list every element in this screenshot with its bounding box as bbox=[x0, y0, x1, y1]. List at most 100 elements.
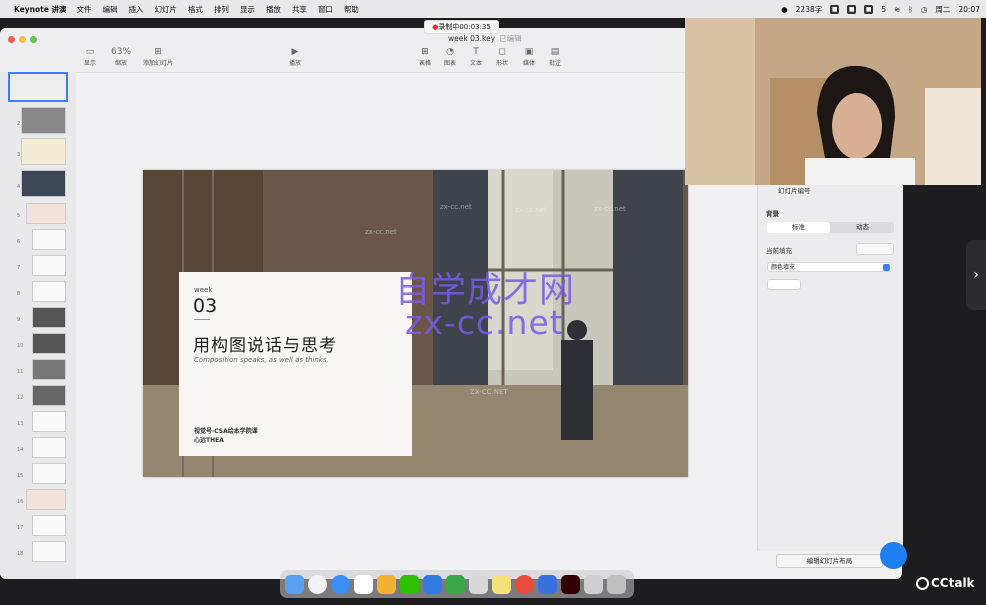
comment-button[interactable]: ▤ 批注 bbox=[549, 46, 561, 67]
week-number: 03 bbox=[193, 295, 218, 317]
slide-thumbnail[interactable] bbox=[26, 203, 66, 224]
text-icon: T bbox=[473, 47, 479, 57]
slide-number-label: 幻灯片编号 bbox=[778, 187, 811, 195]
text-button[interactable]: T 文本 bbox=[470, 46, 482, 67]
chevron-down-icon bbox=[883, 264, 890, 271]
slide-thumbnail[interactable] bbox=[32, 541, 66, 562]
play-button[interactable]: ▶ 播放 bbox=[289, 46, 301, 67]
tab-standard[interactable]: 标准 bbox=[767, 222, 830, 233]
scissors-icon[interactable] bbox=[469, 574, 488, 594]
add-slide-button[interactable]: ⊞ 添加幻灯片 bbox=[143, 46, 173, 67]
recording-indicator[interactable]: ●录制中00:03:35 bbox=[424, 20, 499, 34]
title-text-box[interactable]: week 03 用构图说话与思考 Composition speaks, as … bbox=[179, 272, 412, 456]
menu-help[interactable]: 帮助 bbox=[344, 4, 359, 15]
trash-icon[interactable] bbox=[607, 574, 626, 594]
safari-icon[interactable] bbox=[331, 574, 350, 594]
finder-icon[interactable] bbox=[285, 574, 304, 594]
table-icon: ⊞ bbox=[421, 47, 429, 57]
slide-thumbnail[interactable] bbox=[32, 359, 66, 380]
watermark: zx-cc.net bbox=[594, 205, 626, 213]
comment-icon: ▤ bbox=[550, 47, 560, 57]
display-button[interactable]: ▭ 显示 bbox=[84, 46, 96, 67]
play-icon: ▶ bbox=[291, 47, 299, 57]
tab-dynamic[interactable]: 动态 bbox=[831, 222, 894, 233]
slide-thumbnail[interactable] bbox=[32, 307, 66, 328]
preview-icon[interactable] bbox=[423, 574, 442, 594]
menu-bar: Keynote 讲演 文件 编辑 插入 幻灯片 格式 排列 显示 播放 共享 窗… bbox=[0, 0, 986, 18]
slide-number: 15 bbox=[17, 473, 24, 479]
app-menu[interactable]: Keynote 讲演 bbox=[14, 4, 66, 15]
wechat-icon[interactable]: ● bbox=[781, 5, 788, 14]
chart-button[interactable]: ◔ 图表 bbox=[444, 46, 456, 67]
menu-edit[interactable]: 编辑 bbox=[102, 4, 117, 15]
minimize-button[interactable] bbox=[19, 36, 26, 43]
status-icon[interactable]: ■ bbox=[864, 4, 874, 14]
edit-slide-layout-button[interactable]: 编辑幻灯片布局 bbox=[776, 554, 883, 568]
menu-insert[interactable]: 插入 bbox=[128, 4, 143, 15]
slide-thumbnail[interactable] bbox=[32, 437, 66, 458]
slide-thumbnail[interactable] bbox=[32, 515, 66, 536]
slide-thumbnail[interactable] bbox=[32, 281, 66, 302]
menu-view[interactable]: 显示 bbox=[240, 4, 255, 15]
word-icon[interactable] bbox=[538, 574, 557, 594]
chrome-icon[interactable] bbox=[308, 574, 327, 594]
slide-thumbnail[interactable] bbox=[32, 411, 66, 432]
slide-number: 14 bbox=[17, 447, 24, 453]
menu-file[interactable]: 文件 bbox=[76, 4, 91, 15]
menu-slide[interactable]: 幻灯片 bbox=[154, 4, 177, 15]
slide-thumbnail[interactable] bbox=[26, 489, 66, 510]
slide-thumbnail[interactable] bbox=[21, 138, 66, 165]
slide-thumbnail[interactable] bbox=[32, 255, 66, 276]
zoom-popup[interactable]: 63% 缩放 bbox=[111, 46, 131, 67]
zoom-button[interactable] bbox=[30, 36, 37, 43]
downloads-icon[interactable] bbox=[584, 574, 603, 594]
fill-swatch[interactable] bbox=[856, 243, 894, 255]
slide-navigator[interactable]: 1 2 3 4 5 6 7 8 9 10 11 12 13 14 15 16 1… bbox=[0, 72, 76, 579]
slide-thumbnail[interactable] bbox=[32, 333, 66, 354]
notes-icon[interactable] bbox=[492, 574, 511, 594]
menu-share[interactable]: 共享 bbox=[292, 4, 307, 15]
slide-number: 18 bbox=[17, 551, 24, 557]
status-icon[interactable]: ■ bbox=[830, 4, 840, 14]
numbers-icon[interactable] bbox=[446, 574, 465, 594]
watermark: zx-cc.net bbox=[365, 228, 397, 236]
slide-thumbnail[interactable] bbox=[21, 170, 66, 197]
media-button[interactable]: ▣ 媒体 bbox=[523, 46, 535, 67]
menu-window[interactable]: 窗口 bbox=[318, 4, 333, 15]
footer-line-1: 视觉号·CSA绘本学院课 bbox=[194, 428, 258, 435]
app-icon[interactable] bbox=[515, 574, 534, 594]
date-label: 周二 bbox=[935, 4, 951, 14]
notion-icon[interactable] bbox=[354, 574, 373, 594]
table-button[interactable]: ⊞ 表格 bbox=[419, 46, 431, 67]
bluetooth-icon[interactable]: ᛒ bbox=[908, 5, 913, 14]
slide-number: 6 bbox=[17, 239, 21, 245]
slide-thumbnail[interactable] bbox=[32, 385, 66, 406]
background-mode-control[interactable]: 标准 动态 bbox=[767, 222, 894, 233]
menu-play[interactable]: 播放 bbox=[266, 4, 281, 15]
watermark-large-en: zx-cc.net bbox=[405, 303, 564, 342]
close-button[interactable] bbox=[8, 36, 15, 43]
time-label[interactable]: 20:07 bbox=[958, 5, 980, 14]
menu-arrange[interactable]: 排列 bbox=[214, 4, 229, 15]
background-label: 背景 bbox=[766, 210, 779, 218]
fill-type-select[interactable]: 颜色填充 bbox=[767, 262, 892, 272]
slide-thumbnail[interactable] bbox=[32, 463, 66, 484]
divider bbox=[194, 319, 210, 320]
word-count: 2238字 bbox=[795, 4, 823, 14]
pages-icon[interactable] bbox=[377, 574, 396, 594]
clock-icon[interactable]: ◷ bbox=[921, 5, 928, 14]
slide-number: 17 bbox=[17, 525, 24, 531]
slide-number: 5 bbox=[17, 213, 21, 219]
menu-format[interactable]: 格式 bbox=[188, 4, 203, 15]
slide-thumbnail[interactable] bbox=[8, 72, 68, 102]
illustrator-icon[interactable] bbox=[561, 574, 580, 594]
shape-button[interactable]: ◻ 形状 bbox=[496, 46, 508, 67]
slide-thumbnail[interactable] bbox=[32, 229, 66, 250]
wechat-icon[interactable] bbox=[400, 574, 419, 594]
color-well[interactable] bbox=[767, 279, 801, 290]
chat-bubble-icon[interactable] bbox=[880, 542, 907, 569]
slide-thumbnail[interactable] bbox=[21, 107, 66, 134]
next-arrow-icon[interactable]: › bbox=[966, 240, 986, 310]
status-icon[interactable]: ■ bbox=[847, 4, 857, 14]
wifi-icon[interactable]: ≋ bbox=[894, 5, 900, 14]
